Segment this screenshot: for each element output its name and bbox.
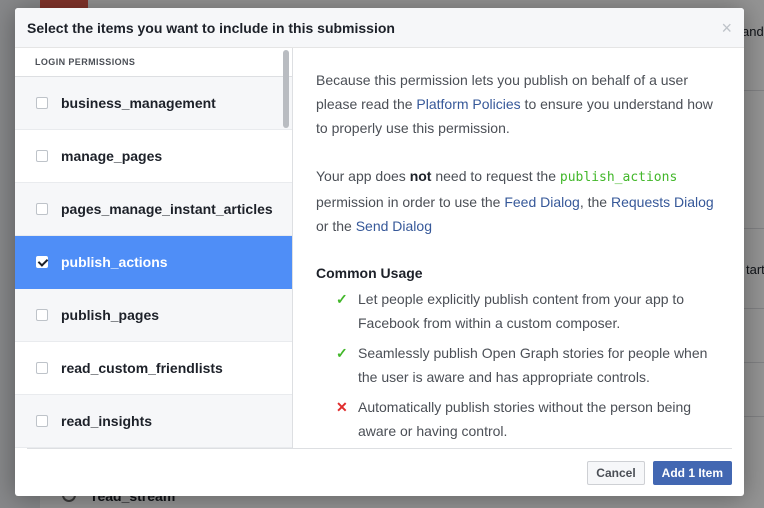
paragraph-text: or the <box>316 218 356 234</box>
paragraph-text: Your app does <box>316 168 410 184</box>
dialog-body: LOGIN PERMISSIONS business_managementman… <box>15 48 744 448</box>
policy-paragraph: Because this permission lets you publish… <box>316 68 720 140</box>
check-icon: ✓ <box>336 291 348 307</box>
permission-checkbox[interactable] <box>36 415 48 427</box>
permission-checkbox[interactable] <box>36 203 48 215</box>
permission-detail: Because this permission lets you publish… <box>293 48 744 448</box>
dialog-header: Select the items you want to include in … <box>15 8 744 48</box>
common-usage-list: ✓ Let people explicitly publish content f… <box>316 287 720 443</box>
checkmark-icon <box>37 256 49 267</box>
section-header: LOGIN PERMISSIONS <box>15 48 292 77</box>
usage-item: ✓ Let people explicitly publish content f… <box>316 287 720 335</box>
permission-code: publish_actions <box>559 170 678 185</box>
paragraph-text: permission in order to use the <box>316 194 505 210</box>
permission-label: publish_actions <box>61 254 168 270</box>
permission-checkbox[interactable] <box>36 150 48 162</box>
usage-text: Automatically publish stories without th… <box>358 399 692 439</box>
cross-icon: ✕ <box>336 399 348 415</box>
usage-text: Seamlessly publish Open Graph stories fo… <box>358 345 708 385</box>
submission-dialog: Select the items you want to include in … <box>15 8 744 496</box>
permission-checkbox[interactable] <box>36 256 49 268</box>
permission-item-publish-actions[interactable]: publish_actions <box>15 236 292 289</box>
permission-label: read_insights <box>61 413 153 429</box>
permission-item-publish-pages[interactable]: publish_pages <box>15 289 292 342</box>
permission-checkbox[interactable] <box>36 362 48 374</box>
permission-label: business_management <box>61 95 216 111</box>
paragraph-text: , the <box>579 194 611 210</box>
send-dialog-link[interactable]: Send Dialog <box>356 218 432 234</box>
usage-item: ✕ Automatically publish stories without t… <box>316 395 720 443</box>
requests-dialog-link[interactable]: Requests Dialog <box>611 194 714 210</box>
permission-item-manage-pages[interactable]: manage_pages <box>15 130 292 183</box>
feed-dialog-link[interactable]: Feed Dialog <box>504 194 580 210</box>
permission-label: manage_pages <box>61 148 163 164</box>
check-icon: ✓ <box>336 345 348 361</box>
usage-text: Let people explicitly publish content fr… <box>358 291 685 331</box>
dialog-title: Select the items you want to include in … <box>27 19 395 36</box>
platform-policies-link[interactable]: Platform Policies <box>416 96 520 112</box>
permission-label: publish_pages <box>61 307 160 323</box>
permission-item-business-management[interactable]: business_management <box>15 77 292 130</box>
permission-checkbox[interactable] <box>36 97 48 109</box>
dialog-footer: Cancel Add 1 Item <box>27 448 732 496</box>
permission-items: business_management manage_pages pages_man… <box>15 77 292 448</box>
paragraph-text: need to request the <box>431 168 560 184</box>
permission-item-read-insights[interactable]: read_insights <box>15 395 292 448</box>
emphasis-text: not <box>409 168 432 184</box>
cancel-button[interactable]: Cancel <box>587 461 645 485</box>
close-icon[interactable]: × <box>721 19 732 37</box>
permission-item-read-custom-friendlists[interactable]: read_custom_friendlists <box>15 342 292 395</box>
usage-item: ✓ Seamlessly publish Open Graph stories f… <box>316 341 720 389</box>
permission-checkbox[interactable] <box>36 309 48 321</box>
permission-label: read_custom_friendlists <box>61 360 223 376</box>
add-item-button[interactable]: Add 1 Item <box>652 461 732 485</box>
dialogs-paragraph: Your app does not need to request the pu… <box>316 164 720 238</box>
scrollbar[interactable] <box>283 50 289 128</box>
permissions-list[interactable]: LOGIN PERMISSIONS business_managementman… <box>15 48 293 448</box>
permission-label: pages_manage_instant_articles <box>61 201 273 217</box>
permission-item-pages-manage-instant-articles[interactable]: pages_manage_instant_articles <box>15 183 292 236</box>
common-usage-title: Common Usage <box>316 265 423 281</box>
